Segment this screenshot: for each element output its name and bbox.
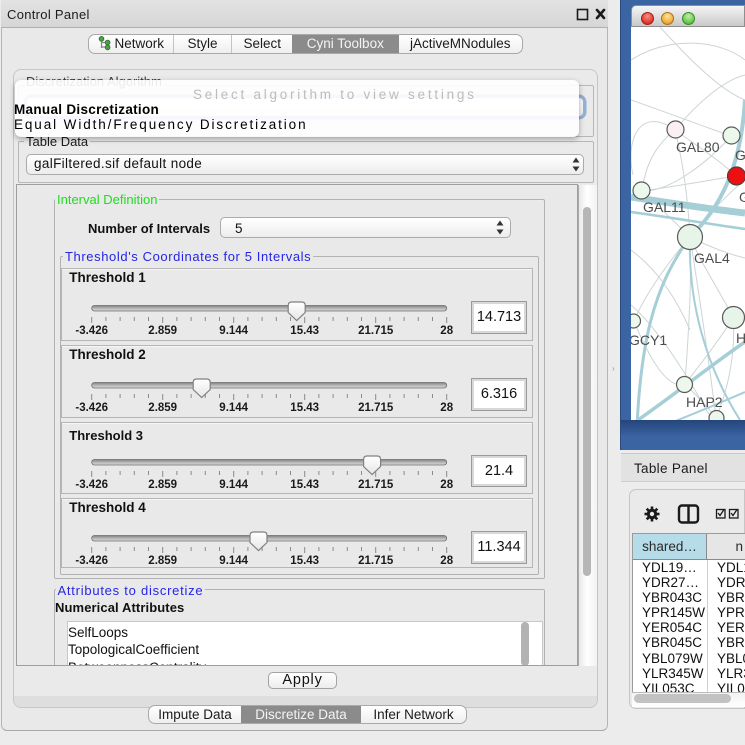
svg-text:28: 28 <box>441 402 454 414</box>
svg-text:GAL80: GAL80 <box>676 139 720 155</box>
svg-text:G.: G. <box>735 147 745 163</box>
svg-text:15.43: 15.43 <box>291 555 320 567</box>
svg-text:2.859: 2.859 <box>149 402 178 414</box>
svg-text:15.43: 15.43 <box>291 325 320 337</box>
svg-text:GCY1: GCY1 <box>631 332 667 348</box>
svg-text:G: G <box>739 189 745 205</box>
svg-text:2.859: 2.859 <box>149 555 178 567</box>
svg-text:9.144: 9.144 <box>220 479 249 491</box>
svg-text:-3.426: -3.426 <box>76 325 109 337</box>
svg-text:21.715: 21.715 <box>358 479 394 491</box>
svg-text:9.144: 9.144 <box>220 402 249 414</box>
svg-text:28: 28 <box>441 555 454 567</box>
svg-text:HAP2: HAP2 <box>686 394 723 410</box>
svg-text:9.144: 9.144 <box>220 325 249 337</box>
svg-text:GAL4: GAL4 <box>694 250 730 266</box>
svg-text:28: 28 <box>441 325 454 337</box>
svg-text:9.144: 9.144 <box>220 555 249 567</box>
svg-text:21.715: 21.715 <box>358 555 394 567</box>
svg-text:-3.426: -3.426 <box>76 402 109 414</box>
svg-text:-3.426: -3.426 <box>76 479 109 491</box>
svg-text:15.43: 15.43 <box>291 402 320 414</box>
svg-text:2.859: 2.859 <box>149 325 178 337</box>
svg-text:15.43: 15.43 <box>291 479 320 491</box>
svg-text:H: H <box>736 330 745 346</box>
svg-text:28: 28 <box>441 479 454 491</box>
svg-text:21.715: 21.715 <box>358 402 394 414</box>
svg-text:GAL11: GAL11 <box>643 199 686 215</box>
svg-text:2.859: 2.859 <box>149 479 178 491</box>
svg-text:-3.426: -3.426 <box>76 555 109 567</box>
svg-text:21.715: 21.715 <box>358 325 394 337</box>
